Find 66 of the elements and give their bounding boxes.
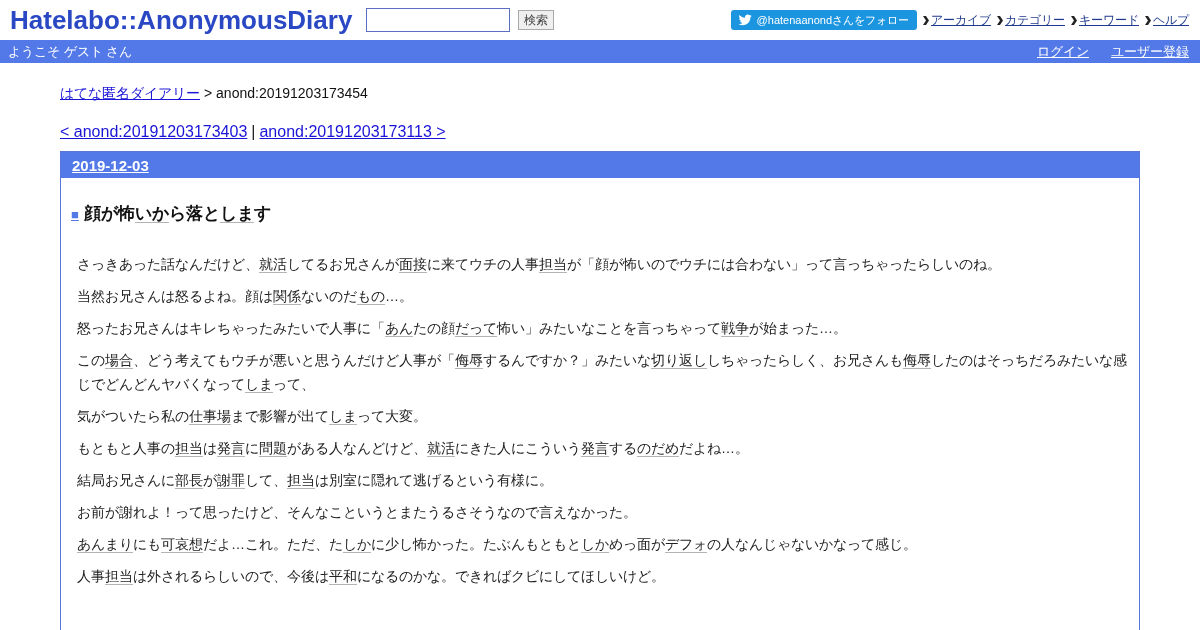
keyword-link[interactable]: 発言	[217, 440, 245, 456]
keyword-link[interactable]: しか	[581, 536, 609, 552]
paragraph: 人事担当 は外されるらしいので、今後は平和になるのかな。できればクビにしてほしいけど。	[77, 567, 666, 586]
nav-link[interactable]: ヘルプ	[1153, 11, 1189, 29]
keyword-link[interactable]: 面接	[399, 256, 427, 272]
keyword-link[interactable]: 問題	[259, 440, 287, 456]
breadcrumb-link[interactable]: はてな匿名ダイアリー	[60, 85, 200, 102]
keyword-link[interactable]: 切り返し	[651, 352, 707, 368]
keyword-link[interactable]: 戦争	[721, 320, 749, 336]
next-entry-link[interactable]: anond:20191203173113 >	[259, 122, 446, 141]
keyword-link[interactable]: しま	[219, 204, 254, 223]
keyword-link[interactable]: のだめ	[637, 440, 679, 456]
account-link[interactable]: ログイン	[1037, 42, 1089, 61]
keyword-link[interactable]: 部長	[175, 472, 203, 488]
keyword-link[interactable]: 場合	[105, 352, 133, 368]
keyword-link[interactable]: 平和	[329, 568, 357, 584]
paragraph: さっきあった話なんだけど、就活してるお兄さんが面接に来てウチの人事担当が「顔が怖いのでウチには合わない」って言っちゃったらしいのね。	[77, 255, 1002, 274]
keyword-link[interactable]: 担当	[175, 440, 203, 456]
keyword-link[interactable]: だって	[455, 320, 497, 336]
keyword-link[interactable]: あんまり	[77, 536, 133, 552]
keyword-link[interactable]: しま	[245, 376, 273, 392]
entry-title: 顔が怖いから落と します	[83, 203, 271, 225]
keyword-link[interactable]: 謝罪	[217, 472, 245, 488]
paragraph: あんまり にも可哀想だよ…これ。ただ、た しかに少し怖かった。たぶんもともと しかめっ面がデフォの人なんじゃないかなって感じ。	[77, 535, 918, 554]
keyword-link[interactable]: デフォ	[665, 536, 707, 552]
keyword-link[interactable]: あん	[385, 320, 413, 336]
paragraph: 結局お兄さんに部長が謝罪して、担当 は別室に隠れて逃げるという有様に。	[77, 471, 554, 490]
pager-separator: |	[251, 122, 256, 141]
paragraph: お前が謝れよ！って思ったけど、そんなこというとまたうるさそうなので言えなかった。	[77, 503, 638, 522]
paragraph: 当然お兄さんは怒るよね。顔は関係ないのだもの…。	[77, 287, 414, 306]
arrow-icon	[923, 15, 929, 25]
search-field[interactable]	[366, 8, 511, 32]
arrow-icon	[1145, 15, 1151, 25]
keyword-link[interactable]: 発言	[581, 440, 609, 456]
bird-icon	[737, 14, 752, 26]
date-link[interactable]: 2019-12-03	[72, 156, 149, 174]
keyword-link[interactable]: 就活	[259, 256, 287, 272]
keyword-link[interactable]: いか	[134, 204, 169, 223]
keyword-link[interactable]: しま	[329, 408, 357, 424]
breadcrumb-current: > anond:20191203173454	[204, 85, 368, 102]
keyword-link[interactable]: 侮辱	[903, 352, 931, 368]
keyword-link[interactable]: 侮辱	[455, 352, 483, 368]
arrow-icon	[1071, 15, 1077, 25]
greeting-text: ようこそ ゲスト さん	[8, 42, 133, 61]
account-link[interactable]: ユーザー登録	[1111, 42, 1189, 61]
square-link[interactable]: ■	[71, 204, 79, 226]
keyword-link[interactable]: もの	[357, 288, 385, 304]
keyword-link[interactable]: 可哀想	[161, 536, 203, 552]
paragraph: もともと人事の担当 は発言に問題がある人なんどけど、就活にきた人にこういう発言するのだめだよね…。	[77, 439, 750, 458]
search-button[interactable]: 検索	[518, 10, 555, 30]
keyword-link[interactable]: しか	[343, 536, 371, 552]
paragraph: 怒ったお兄さんはキレちゃったみたいで人事に「あんたの顔だって怖い」みたいなことを言っちゃって戦争が始まった…。	[77, 319, 848, 338]
nav-link[interactable]: キーワード	[1079, 11, 1139, 29]
keyword-link[interactable]: 仕事場	[189, 408, 231, 424]
site-logo[interactable]: Hatelabo::AnonymousDiary	[10, 4, 353, 36]
nav-link[interactable]: アーカイブ	[931, 11, 991, 29]
keyword-link[interactable]: 就活	[427, 440, 455, 456]
keyword-link[interactable]: 担当	[287, 472, 315, 488]
keyword-link[interactable]: 担当	[105, 568, 133, 584]
keyword-link[interactable]: 関係	[273, 288, 301, 304]
paragraph: この場合、どう考えてもウチが悪いと思うんだけど人事が「侮辱するんですか？」みたいな切り返し しちゃったらしく、お兄さんも侮辱 したのはそっちだろみたいな感じでどんどんヤバくなって しま って、	[77, 351, 1128, 394]
previous-entry-link[interactable]: < anond:20191203173403	[60, 122, 248, 141]
nav-link[interactable]: カテゴリー	[1005, 11, 1065, 29]
arrow-icon	[997, 15, 1003, 25]
paragraph: 気がついたら私の仕事場まで影響が出て しま って大変。	[77, 407, 428, 426]
keyword-link[interactable]: 担当	[539, 256, 567, 272]
